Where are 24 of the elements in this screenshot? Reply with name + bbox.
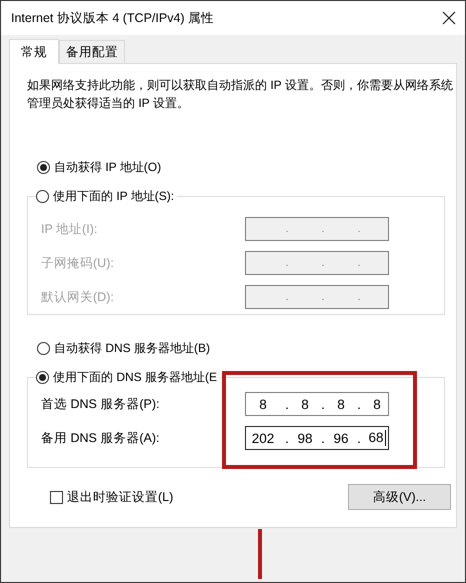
- field-label: 首选 DNS 服务器(P):: [41, 396, 160, 412]
- field-label: IP 地址(I):: [41, 220, 98, 238]
- field-label: 备用 DNS 服务器(A):: [41, 430, 160, 446]
- radio-button[interactable]: [37, 342, 50, 354]
- field-label: 子网掩码(U):: [41, 254, 115, 272]
- ip-address-field[interactable]: 202 . 98 . 96 . 68: [245, 426, 389, 450]
- radio-label: 自动获得 DNS 服务器地址(B): [54, 340, 210, 356]
- checkbox-label: 退出时验证设置(L): [67, 488, 174, 506]
- window-title: Internet 协议版本 4 (TCP/IPv4) 属性: [11, 10, 214, 26]
- radio-button[interactable]: [36, 190, 49, 202]
- description-text: 如果网络支持此功能，则可以获取自动指派的 IP 设置。否则，你需要从网络系统管理员处获得适当的 IP 设置。: [27, 77, 454, 112]
- advanced-button[interactable]: 高级(V)...: [348, 484, 451, 510]
- radio-button[interactable]: [37, 160, 50, 174]
- radio-label: 使用下面的 DNS 服务器地址(E: [53, 368, 218, 386]
- checkbox[interactable]: [50, 490, 63, 504]
- tab[interactable]: 常规: [9, 39, 59, 64]
- radio-button[interactable]: [36, 370, 49, 384]
- highlight-box: [258, 529, 262, 579]
- field-label: 默认网关(D):: [41, 288, 115, 306]
- radio-label: 自动获得 IP 地址(O): [54, 158, 162, 176]
- ip-address-field[interactable]: 8 . 8 . 8 . 8: [245, 392, 389, 416]
- radio-label: 使用下面的 IP 地址(S):: [53, 188, 174, 204]
- close-icon[interactable]: [442, 11, 456, 25]
- tab[interactable]: 备用配置: [59, 40, 125, 63]
